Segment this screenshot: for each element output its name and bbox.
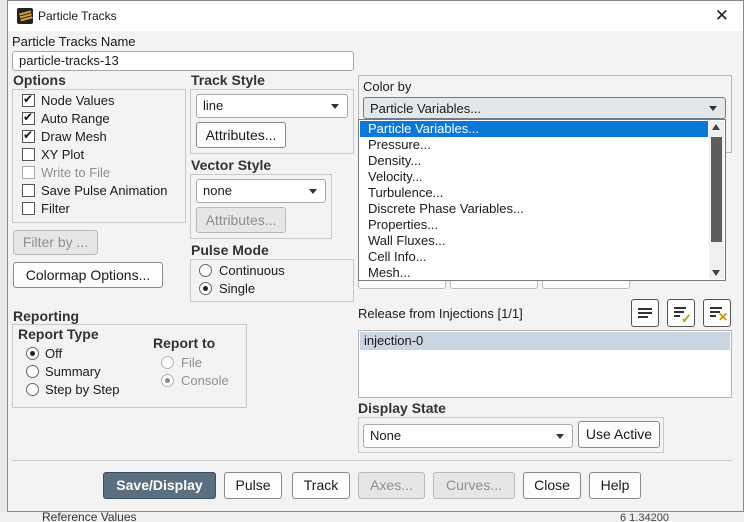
display-state-label: Display State xyxy=(358,400,446,416)
name-field[interactable]: particle-tracks-13 xyxy=(12,51,354,71)
track-attributes-button[interactable]: Attributes... xyxy=(196,122,286,148)
clear-x-icon: ✕ xyxy=(718,310,729,324)
single-label: Single xyxy=(219,281,256,296)
app-logo-icon xyxy=(17,8,33,24)
report-to-file-label: File xyxy=(181,355,202,370)
filter-by-button[interactable]: Filter by ... xyxy=(13,230,98,255)
single-radio[interactable] xyxy=(199,282,212,295)
node-values-label: Node Values xyxy=(41,93,115,108)
deselect-all-icon[interactable]: ✕ xyxy=(703,299,731,327)
continuous-radio[interactable] xyxy=(199,264,212,277)
report-step-by-step-label: Step by Step xyxy=(45,382,120,397)
continuous-label: Continuous xyxy=(219,263,285,278)
color-by-label: Color by xyxy=(363,79,412,94)
injection-list-item[interactable]: injection-0 xyxy=(360,332,730,350)
close-button[interactable]: Close xyxy=(523,472,581,499)
chevron-down-icon xyxy=(709,106,717,111)
vector-style-value: none xyxy=(203,183,232,198)
report-step-by-step-radio[interactable] xyxy=(26,383,39,396)
scroll-down-icon[interactable] xyxy=(712,270,720,276)
draw-mesh-checkbox[interactable] xyxy=(22,128,35,143)
options-label: Options xyxy=(13,72,66,88)
dropdown-item-cell-info[interactable]: Cell Info... xyxy=(360,249,427,265)
reporting-label: Reporting xyxy=(13,308,80,324)
report-off-label: Off xyxy=(45,346,63,361)
color-by-dropdown[interactable]: Particle Variables... Pressure... Densit… xyxy=(358,119,726,281)
pulse-mode-label: Pulse Mode xyxy=(191,242,269,258)
dropdown-item-density[interactable]: Density... xyxy=(360,153,421,169)
track-button[interactable]: Track xyxy=(292,472,350,499)
auto-range-label: Auto Range xyxy=(41,111,110,126)
write-to-file-label: Write to File xyxy=(41,165,111,180)
display-state-value: None xyxy=(370,428,402,443)
report-to-label: Report to xyxy=(153,335,216,351)
track-style-select[interactable]: line xyxy=(196,94,348,118)
filter-checkbox[interactable] xyxy=(22,202,35,215)
use-active-button[interactable]: Use Active xyxy=(578,421,660,448)
close-icon[interactable]: ✕ xyxy=(715,6,729,26)
axes-button[interactable]: Axes... xyxy=(358,472,425,499)
select-all-icon[interactable] xyxy=(631,299,659,327)
select-checked-icon[interactable]: ✓ xyxy=(667,299,695,327)
background-numbers: 6 1.34200 xyxy=(620,512,669,522)
scrollbar-thumb[interactable] xyxy=(711,137,722,242)
display-state-select[interactable]: None xyxy=(363,424,573,448)
footer-divider xyxy=(12,460,732,461)
filter-label: Filter xyxy=(41,201,70,216)
node-values-checkbox[interactable] xyxy=(22,92,35,107)
dropdown-item-pressure[interactable]: Pressure... xyxy=(360,137,431,153)
pulse-button[interactable]: Pulse xyxy=(224,472,282,499)
auto-range-checkbox[interactable] xyxy=(22,110,35,125)
curves-button[interactable]: Curves... xyxy=(433,472,515,499)
report-to-file-radio[interactable] xyxy=(161,356,174,369)
dialog-title: Particle Tracks xyxy=(38,9,117,23)
chevron-down-icon xyxy=(556,434,564,439)
vector-attributes-button[interactable]: Attributes... xyxy=(196,207,286,233)
save-display-button[interactable]: Save/Display xyxy=(103,472,216,499)
background-panel xyxy=(0,0,7,522)
injections-list[interactable]: injection-0 xyxy=(358,330,732,398)
dropdown-item-wall-fluxes[interactable]: Wall Fluxes... xyxy=(360,233,446,249)
report-to-console-label: Console xyxy=(181,373,229,388)
injections-label: Release from Injections [1/1] xyxy=(358,306,523,321)
name-label: Particle Tracks Name xyxy=(12,34,136,49)
save-pulse-animation-checkbox[interactable] xyxy=(22,184,35,197)
color-by-select[interactable]: Particle Variables... xyxy=(363,97,726,119)
chevron-down-icon xyxy=(309,189,317,194)
dropdown-item-velocity[interactable]: Velocity... xyxy=(360,169,423,185)
dropdown-scrollbar[interactable] xyxy=(709,121,724,279)
track-style-value: line xyxy=(203,98,224,113)
check-mark-icon: ✓ xyxy=(681,311,692,326)
color-by-value: Particle Variables... xyxy=(370,101,482,116)
report-summary-label: Summary xyxy=(45,364,101,379)
write-to-file-checkbox[interactable] xyxy=(22,166,35,179)
report-summary-radio[interactable] xyxy=(26,365,39,378)
options-group xyxy=(12,89,186,223)
dropdown-item-mesh[interactable]: Mesh... xyxy=(360,265,411,281)
help-button[interactable]: Help xyxy=(589,472,641,499)
dropdown-item-turbulence[interactable]: Turbulence... xyxy=(360,185,443,201)
track-style-label: Track Style xyxy=(191,72,265,88)
draw-mesh-label: Draw Mesh xyxy=(41,129,107,144)
xy-plot-checkbox[interactable] xyxy=(22,148,35,161)
report-off-radio[interactable] xyxy=(26,347,39,360)
vector-style-label: Vector Style xyxy=(191,157,272,173)
scroll-up-icon[interactable] xyxy=(712,124,720,130)
chevron-down-icon xyxy=(331,104,339,109)
dropdown-item-particle-variables[interactable]: Particle Variables... xyxy=(360,121,708,137)
vector-style-select[interactable]: none xyxy=(196,179,326,203)
report-type-label: Report Type xyxy=(18,326,99,342)
colormap-options-button[interactable]: Colormap Options... xyxy=(13,262,163,288)
xy-plot-label: XY Plot xyxy=(41,147,85,162)
title-bar: Particle Tracks ✕ xyxy=(8,1,743,31)
report-to-console-radio[interactable] xyxy=(161,374,174,387)
save-pulse-animation-label: Save Pulse Animation xyxy=(41,183,168,198)
dropdown-item-properties[interactable]: Properties... xyxy=(360,217,438,233)
dropdown-item-discrete-phase-variables[interactable]: Discrete Phase Variables... xyxy=(360,201,524,217)
